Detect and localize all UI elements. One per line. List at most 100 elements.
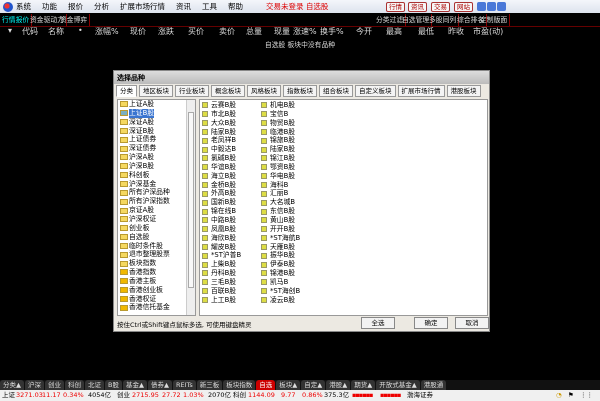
category-item[interactable]: 沪深A股 [118, 153, 195, 162]
bottom-tab[interactable]: 开放式基金▲ [376, 380, 420, 390]
dialog-tab[interactable]: 分类 [116, 85, 137, 97]
scroll-thumb[interactable] [188, 112, 194, 288]
tab-fund-game[interactable]: 资金博弈 [58, 14, 91, 26]
menu-ext-market[interactable]: 扩展市场行情 [120, 1, 165, 12]
col-change[interactable]: 涨跌 [158, 26, 174, 37]
select-all-button[interactable]: 全选 [361, 317, 395, 329]
dialog-tab[interactable]: 组合板块 [319, 85, 353, 97]
security-item[interactable]: 锦旅B股 [261, 136, 300, 145]
category-list[interactable]: 上证A股 上证B股 深证A股 深证B股 上证债券 深证债券 沪深A股 沪深B股 科创板 沪深基金所… [117, 99, 196, 316]
category-item[interactable]: 自选股 [118, 233, 195, 242]
bottom-tab[interactable]: 板块▲ [276, 380, 301, 390]
security-item[interactable]: 振华B股 [261, 251, 300, 260]
category-item[interactable]: 香港信托基金 [118, 303, 195, 312]
tab-custom-layout[interactable]: 定制版面 [478, 14, 511, 26]
category-item[interactable]: 沪深权证 [118, 215, 195, 224]
bottom-tab[interactable]: 港股通 [420, 380, 447, 390]
security-item[interactable]: 老凤祥B [202, 136, 241, 145]
category-item[interactable]: 上证债券 [118, 135, 195, 144]
category-item[interactable]: 香港指数 [118, 268, 195, 277]
security-item[interactable]: 伊泰B股 [261, 260, 300, 269]
ok-button[interactable]: 确定 [414, 317, 448, 329]
category-item[interactable]: 深证债券 [118, 144, 195, 153]
col-cur-volume[interactable]: 现量 [274, 26, 290, 37]
security-item[interactable]: 华电B股 [261, 172, 300, 181]
quote-button[interactable]: 行情 [386, 2, 405, 12]
menu-analysis[interactable]: 分析 [94, 1, 109, 12]
close-icon[interactable] [497, 2, 506, 11]
security-item[interactable]: 华谊B股 [202, 163, 241, 172]
category-item[interactable]: 退市整理股票 [118, 250, 195, 259]
bottom-tab[interactable]: 创业 [45, 380, 64, 390]
security-item[interactable]: 汇丽B [261, 189, 300, 198]
security-item[interactable]: 凌云B股 [261, 296, 300, 305]
col-turnover[interactable]: 换手% [320, 26, 344, 37]
security-item[interactable]: 机电B股 [261, 101, 300, 110]
col-price[interactable]: 现价 [130, 26, 146, 37]
signal-icon[interactable]: ⚑ [568, 390, 574, 401]
security-item[interactable]: 上工B股 [202, 296, 241, 305]
category-item[interactable]: 创业板 [118, 224, 195, 233]
col-ask[interactable]: 卖价 [219, 26, 235, 37]
menu-help[interactable]: 帮助 [228, 1, 243, 12]
menu-news[interactable]: 资讯 [176, 1, 191, 12]
security-item[interactable]: 国新B股 [202, 198, 241, 207]
category-item[interactable]: 深证A股 [118, 118, 195, 127]
dialog-tab[interactable]: 地区板块 [139, 85, 173, 97]
security-item[interactable]: 百联B股 [202, 287, 241, 296]
category-item[interactable]: 科创板 [118, 171, 195, 180]
menu-tools[interactable]: 工具 [202, 1, 217, 12]
security-item[interactable]: 云赛B股 [202, 101, 241, 110]
security-item[interactable]: 凤凰B股 [202, 225, 241, 234]
category-item[interactable]: 香港主板 [118, 277, 195, 286]
col-bid[interactable]: 买价 [188, 26, 204, 37]
dialog-tab[interactable]: 概念板块 [211, 85, 245, 97]
bottom-tab[interactable]: 债券▲ [147, 380, 172, 390]
security-item[interactable]: 海科B [261, 181, 300, 190]
col-change-pct[interactable]: 涨幅% [95, 26, 119, 37]
bottom-tab[interactable]: 新三板 [196, 380, 223, 390]
maximize-icon[interactable] [487, 2, 496, 11]
col-volume[interactable]: 总量 [246, 26, 262, 37]
category-item[interactable]: 所有沪深品种 [118, 188, 195, 197]
security-item[interactable]: 陆家B股 [261, 145, 300, 154]
security-item[interactable]: 开开B股 [261, 225, 300, 234]
bottom-tab[interactable]: B股 [105, 380, 122, 390]
security-item[interactable]: 氯碱B股 [202, 154, 241, 163]
security-item[interactable]: 东信B股 [261, 207, 300, 216]
security-item[interactable]: *ST海航B [261, 234, 300, 243]
security-item[interactable]: 大名城B [261, 198, 300, 207]
security-item[interactable]: 黄山B股 [261, 216, 300, 225]
category-item[interactable]: 上证B股 [118, 108, 195, 118]
bottom-tab[interactable]: 期货▲ [351, 380, 376, 390]
col-speed[interactable]: 涨速% [293, 26, 317, 37]
dialog-tab[interactable]: 风格板块 [247, 85, 281, 97]
dialog-tab[interactable]: 自定义板块 [355, 85, 396, 97]
news-button[interactable]: 资讯 [408, 2, 427, 12]
security-item[interactable]: 外高B股 [202, 189, 241, 198]
security-item[interactable]: 海立B股 [202, 172, 241, 181]
bottom-tab[interactable]: 沪深 [25, 380, 44, 390]
menu-quote[interactable]: 报价 [68, 1, 83, 12]
col-prev-close[interactable]: 昨收 [448, 26, 464, 37]
bottom-tab[interactable]: 自选 [256, 380, 276, 390]
cancel-button[interactable]: 取消 [455, 317, 489, 329]
bottom-tab[interactable]: 科创 [65, 380, 84, 390]
security-item[interactable]: 丹科B股 [202, 269, 241, 278]
website-button[interactable]: 网站 [454, 2, 473, 12]
broker-name[interactable]: 渤海证券 [407, 390, 433, 401]
category-item[interactable]: 京证A股 [118, 206, 195, 215]
sort-arrow-icon[interactable]: ▾ [8, 26, 12, 35]
menu-system[interactable]: 系统 [16, 1, 31, 12]
dialog-tab[interactable]: 扩展市场行情 [397, 85, 445, 97]
bottom-tab[interactable]: 港股▲ [326, 380, 351, 390]
col-high[interactable]: 最高 [386, 26, 402, 37]
minimize-icon[interactable] [477, 2, 486, 11]
bottom-tab[interactable]: 基金▲ [122, 380, 147, 390]
security-item[interactable]: 物贸B股 [261, 119, 300, 128]
col-open[interactable]: 今开 [356, 26, 372, 37]
bottom-tab[interactable]: 北证 [85, 380, 104, 390]
more-icon[interactable]: ⋮⋮ [580, 390, 593, 401]
security-item[interactable]: 凯马B [261, 278, 300, 287]
col-code[interactable]: 代码 [22, 26, 38, 37]
